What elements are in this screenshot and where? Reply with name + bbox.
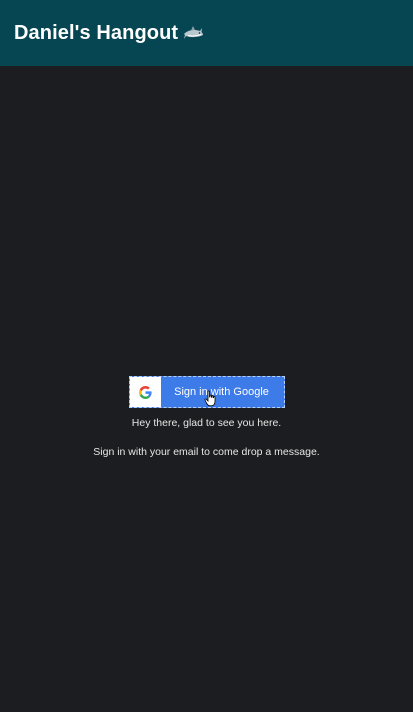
- shark-icon: [182, 22, 204, 44]
- google-icon-container: [130, 377, 161, 407]
- google-icon: [139, 385, 152, 399]
- greeting-text: Hey there, glad to see you here.: [131, 417, 282, 429]
- app-header: Daniel's Hangout: [0, 0, 413, 66]
- app-title: Daniel's Hangout: [14, 21, 179, 44]
- main-content: Sign in with Google Hey there, glad to s…: [0, 66, 413, 712]
- hand-cursor-icon: [204, 390, 216, 407]
- signin-instruction-text: Sign in with your email to come drop a m…: [93, 446, 320, 458]
- signin-button-label: Sign in with Google: [174, 386, 269, 398]
